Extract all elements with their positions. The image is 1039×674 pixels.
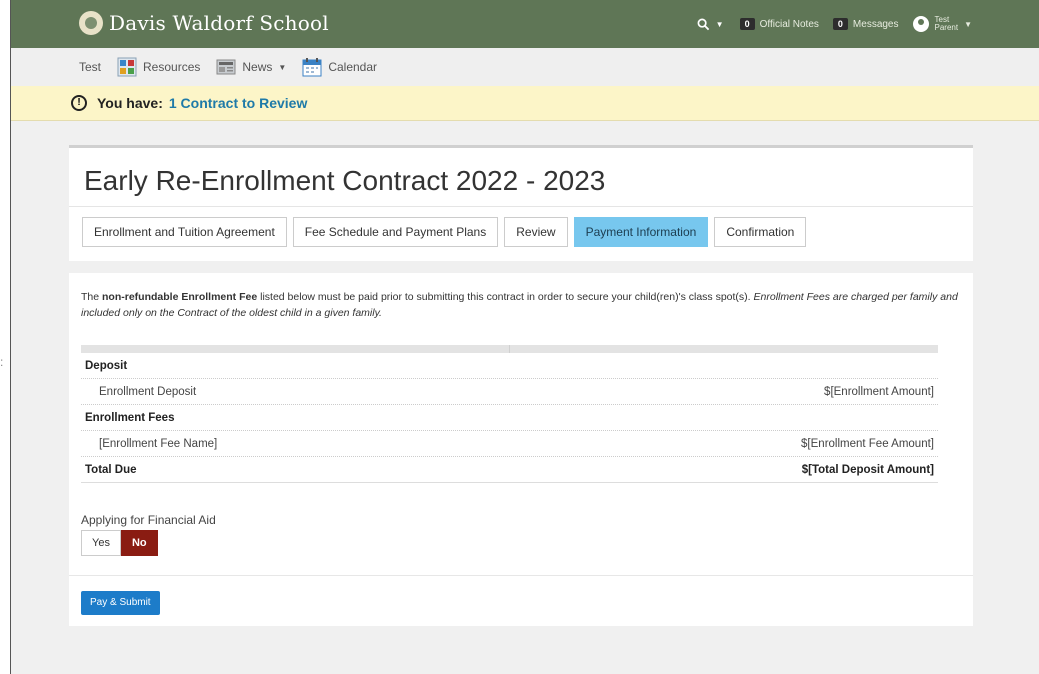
row-value: $[Enrollment Fee Amount] bbox=[801, 437, 934, 450]
row-value: $[Total Deposit Amount] bbox=[801, 463, 934, 476]
financial-aid-label: Applying for Financial Aid bbox=[81, 513, 216, 527]
financial-aid-no-button[interactable]: No bbox=[120, 530, 158, 556]
search-dropdown[interactable]: ▼ bbox=[697, 18, 724, 31]
chevron-down-icon: ▼ bbox=[278, 62, 287, 72]
user-name: Test Parent bbox=[935, 16, 959, 32]
browser-frame: Davis Waldorf School ▼ 0 Official Notes … bbox=[10, 0, 1039, 674]
user-last-name: Parent bbox=[934, 23, 959, 32]
contract-steps: Enrollment and Tuition Agreement Fee Sch… bbox=[82, 217, 812, 247]
notice-prefix: You have: bbox=[97, 95, 163, 111]
financial-aid-yes-button[interactable]: Yes bbox=[81, 530, 121, 556]
nav-item-calendar[interactable]: Calendar bbox=[302, 57, 377, 77]
fees-table: Deposit Enrollment Deposit $[Enrollment … bbox=[81, 345, 938, 483]
page-title: Early Re-Enrollment Contract 2022 - 2023 bbox=[84, 165, 606, 196]
table-row: Enrollment Deposit $[Enrollment Amount] bbox=[81, 379, 938, 405]
school-logo[interactable]: Davis Waldorf School bbox=[79, 11, 329, 35]
edge-mark: : bbox=[0, 355, 4, 369]
divider bbox=[69, 575, 973, 576]
nav-item-resources[interactable]: Resources bbox=[117, 57, 200, 77]
table-row: Deposit bbox=[81, 353, 938, 379]
intro-rest: listed below must be paid prior to submi… bbox=[260, 291, 751, 303]
row-label: Enrollment Fees bbox=[85, 411, 175, 424]
alert-icon: ! bbox=[71, 95, 87, 111]
contract-review-link[interactable]: 1 Contract to Review bbox=[169, 95, 307, 111]
school-logo-icon bbox=[79, 11, 103, 35]
intro-bold: non-refundable Enrollment Fee bbox=[102, 291, 258, 303]
contract-notice: ! You have: 1 Contract to Review bbox=[11, 86, 1039, 121]
search-icon bbox=[697, 18, 709, 30]
news-icon bbox=[216, 59, 236, 75]
messages-label: Messages bbox=[852, 18, 899, 30]
row-label: Enrollment Deposit bbox=[99, 385, 197, 398]
tab-enrollment-tuition-agreement[interactable]: Enrollment and Tuition Agreement bbox=[82, 217, 287, 247]
official-notes-label: Official Notes bbox=[759, 18, 819, 30]
tab-review[interactable]: Review bbox=[504, 217, 568, 247]
row-label: Total Due bbox=[85, 463, 137, 476]
tab-confirmation[interactable]: Confirmation bbox=[714, 217, 807, 247]
table-row-total: Total Due $[Total Deposit Amount] bbox=[81, 457, 938, 483]
row-value: $[Enrollment Amount] bbox=[824, 385, 934, 398]
calendar-icon bbox=[302, 58, 322, 77]
contract-header-panel: Early Re-Enrollment Contract 2022 - 2023… bbox=[69, 145, 973, 261]
school-name: Davis Waldorf School bbox=[109, 11, 329, 35]
intro-the: The bbox=[81, 291, 100, 303]
top-right-tools: ▼ 0 Official Notes 0 Messages Test Paren… bbox=[697, 0, 1039, 48]
row-label: Deposit bbox=[85, 359, 128, 372]
table-header bbox=[81, 345, 938, 353]
messages-count: 0 bbox=[832, 18, 848, 30]
nav-item-news[interactable]: News ▼ bbox=[216, 57, 286, 77]
financial-aid-toggle: Yes No bbox=[81, 530, 158, 556]
pay-submit-button[interactable]: Pay & Submit bbox=[81, 591, 160, 615]
chevron-down-icon: ▼ bbox=[964, 19, 972, 29]
nav-item-test-label: Test bbox=[79, 60, 102, 74]
user-menu[interactable]: Test Parent ▼ bbox=[912, 16, 972, 32]
messages-link[interactable]: 0 Messages bbox=[832, 18, 899, 30]
tab-fee-schedule[interactable]: Fee Schedule and Payment Plans bbox=[292, 217, 499, 247]
payment-panel: The non-refundable Enrollment Fee listed… bbox=[69, 273, 973, 626]
divider bbox=[69, 206, 973, 207]
top-bar: Davis Waldorf School ▼ 0 Official Notes … bbox=[11, 0, 1039, 48]
official-notes-link[interactable]: 0 Official Notes bbox=[739, 18, 819, 30]
resources-icon bbox=[117, 57, 137, 77]
chevron-down-icon: ▼ bbox=[715, 19, 724, 29]
tab-payment-information[interactable]: Payment Information bbox=[573, 217, 709, 247]
payment-intro: The non-refundable Enrollment Fee listed… bbox=[81, 289, 966, 321]
table-row: [Enrollment Fee Name] $[Enrollment Fee A… bbox=[81, 431, 938, 457]
row-label: [Enrollment Fee Name] bbox=[99, 437, 218, 450]
nav-item-calendar-label: Calendar bbox=[328, 60, 378, 74]
user-avatar-icon bbox=[912, 16, 929, 32]
main-nav: Test Resources News ▼ Calendar bbox=[11, 48, 1039, 87]
nav-item-resources-label: Resources bbox=[143, 60, 201, 74]
official-notes-count: 0 bbox=[739, 18, 755, 30]
table-row: Enrollment Fees bbox=[81, 405, 938, 431]
nav-item-test[interactable]: Test bbox=[79, 60, 101, 74]
nav-item-news-label: News bbox=[242, 60, 273, 74]
